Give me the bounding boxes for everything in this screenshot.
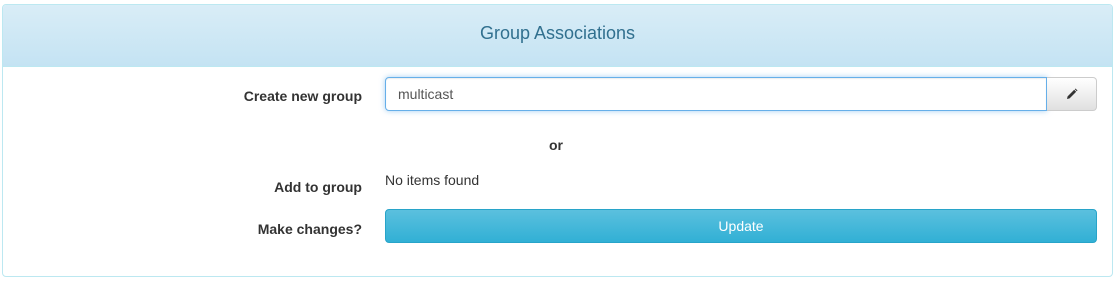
group-name-input[interactable]	[385, 77, 1047, 111]
or-separator: or	[549, 137, 563, 153]
make-changes-label: Make changes?	[257, 221, 362, 237]
add-to-group-label: Add to group	[274, 179, 362, 195]
create-group-input-group	[385, 77, 1097, 111]
pencil-icon	[1066, 88, 1077, 99]
no-items-message: No items found	[385, 172, 480, 188]
panel-title: Group Associations	[479, 23, 636, 43]
panel-heading: Group Associations	[3, 5, 1112, 67]
update-button[interactable]: Update	[385, 209, 1097, 243]
create-group-label: Create new group	[243, 88, 362, 104]
edit-group-button[interactable]	[1047, 77, 1097, 111]
